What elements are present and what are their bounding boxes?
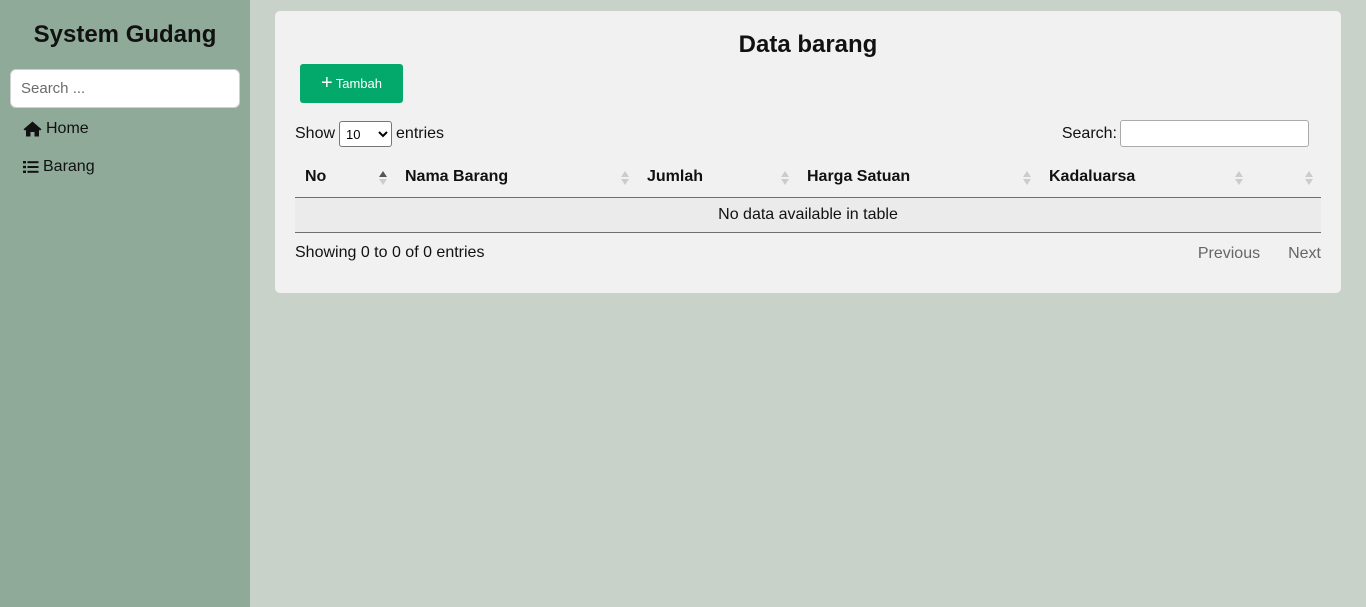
sidebar-item-barang[interactable]: Barang [23,156,95,178]
entries-per-page-select[interactable]: 10 25 50 100 [339,121,393,147]
sidebar-item-label: Barang [43,158,95,175]
app-brand: System Gudang [33,21,217,48]
sort-icon [781,171,789,185]
previous-button[interactable]: Previous [1184,243,1274,265]
list-icon [23,161,39,173]
sort-icon [1023,171,1031,185]
plus-icon: + [321,71,333,94]
data-table: No Nama Barang Jumlah Harga Satuan Kadal… [295,157,1321,233]
sort-icon [1305,171,1313,185]
sort-asc-icon [379,171,387,185]
search-label: Search: [1061,124,1117,142]
column-header-kadaluarsa[interactable]: Kadaluarsa [1039,157,1251,198]
table-search: Search: [1062,120,1309,147]
column-header-nama-barang[interactable]: Nama Barang [395,157,637,198]
page-title: Data barang [738,31,878,58]
add-item-label: Tambah [335,76,382,91]
sidebar-search-input[interactable] [10,69,240,108]
content-card: Data barang + Tambah Show 10 25 50 100 e… [275,11,1341,293]
pagination: Previous Next [1184,243,1321,265]
sidebar-item-home[interactable]: Home [23,118,89,140]
sort-icon [621,171,629,185]
home-icon [23,121,42,137]
add-item-button[interactable]: + Tambah [300,64,403,103]
column-header-no[interactable]: No [295,157,395,198]
entries-length-control: Show 10 25 50 100 entries [295,121,444,147]
column-header-harga-satuan[interactable]: Harga Satuan [797,157,1039,198]
column-header-jumlah[interactable]: Jumlah [637,157,797,198]
empty-table-message: No data available in table [295,197,1321,233]
sidebar-item-label: Home [46,120,89,137]
table-info: Showing 0 to 0 of 0 entries [295,244,485,261]
table-search-input[interactable] [1120,120,1309,147]
entries-label: entries [396,125,445,142]
show-label: Show [295,125,336,142]
table-row-empty: No data available in table [295,197,1321,233]
column-header-actions[interactable] [1251,157,1321,198]
sidebar: System Gudang Home Barang [0,0,250,607]
table-header-row: No Nama Barang Jumlah Harga Satuan Kadal… [295,157,1321,198]
next-button[interactable]: Next [1274,243,1321,265]
sort-icon [1235,171,1243,185]
